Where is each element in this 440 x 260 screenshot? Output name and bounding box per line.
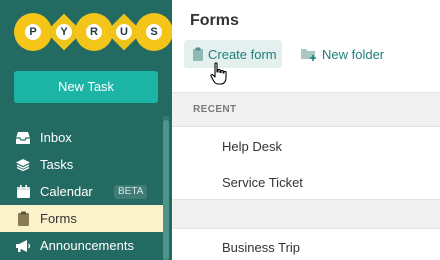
sidebar-item-forms[interactable]: Forms <box>0 205 163 232</box>
recent-label: RECENT <box>193 104 237 115</box>
clipboard-icon <box>192 47 204 61</box>
logo-letter: S <box>150 26 158 38</box>
sidebar-item-label: Announcements <box>40 238 134 253</box>
new-task-button[interactable]: New Task <box>14 71 158 103</box>
new-folder-button[interactable]: New folder <box>300 40 384 68</box>
section-separator <box>172 199 440 229</box>
form-name: Service Ticket <box>222 175 303 190</box>
inbox-icon <box>14 129 32 147</box>
sidebar: P Y R U S New Task Inbox Tasks Calendar … <box>0 0 174 260</box>
sidebar-item-label: Calendar <box>40 184 93 199</box>
clipboard-icon <box>14 210 32 228</box>
sidebar-item-label: Inbox <box>40 130 72 145</box>
sidebar-item-label: Forms <box>40 211 77 226</box>
list-item[interactable]: Help Desk <box>172 128 440 164</box>
hand-pointer-cursor <box>209 62 229 86</box>
sidebar-scrollbar-thumb[interactable] <box>163 120 169 260</box>
form-name: Business Trip <box>222 240 301 255</box>
sidebar-item-label: Tasks <box>40 157 74 172</box>
create-form-button[interactable]: Create form <box>184 40 282 68</box>
list-item[interactable]: Business Trip <box>172 229 440 260</box>
beta-badge: BETA <box>114 185 148 199</box>
sidebar-item-announcements[interactable]: Announcements <box>0 232 163 259</box>
megaphone-icon <box>14 237 32 255</box>
form-name: Help Desk <box>222 139 282 154</box>
sidebar-item-inbox[interactable]: Inbox <box>0 124 163 151</box>
calendar-icon <box>14 183 32 201</box>
layers-icon <box>14 156 32 174</box>
add-folder-icon <box>300 47 318 61</box>
new-folder-label: New folder <box>322 46 385 62</box>
list-item[interactable]: Service Ticket <box>172 164 440 200</box>
recent-section-header: RECENT <box>172 92 440 127</box>
logo-letter-s: S <box>134 12 174 52</box>
sidebar-item-tasks[interactable]: Tasks <box>0 151 163 178</box>
sidebar-nav: Inbox Tasks Calendar BETA Forms Announce… <box>0 124 163 259</box>
sidebar-item-calendar[interactable]: Calendar BETA <box>0 178 163 205</box>
page-title: Forms <box>190 12 239 29</box>
create-form-label: Create form <box>208 46 277 62</box>
main-content: Forms Create form New folder RECENT Help… <box>172 0 440 260</box>
